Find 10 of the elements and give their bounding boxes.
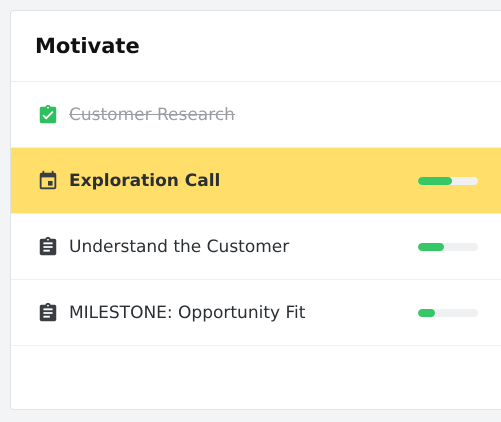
item-label: MILESTONE: Opportunity Fit [69, 302, 306, 322]
clipboard-check-icon [37, 104, 59, 126]
item-label: Exploration Call [69, 170, 220, 190]
item-label: Customer Research [69, 104, 235, 124]
clipboard-icon [37, 236, 59, 258]
calendar-icon [37, 170, 59, 192]
item-label: Understand the Customer [69, 236, 290, 256]
list-item[interactable]: Exploration Call [11, 148, 501, 214]
card-title: Motivate [35, 34, 140, 58]
clipboard-icon [37, 302, 59, 324]
